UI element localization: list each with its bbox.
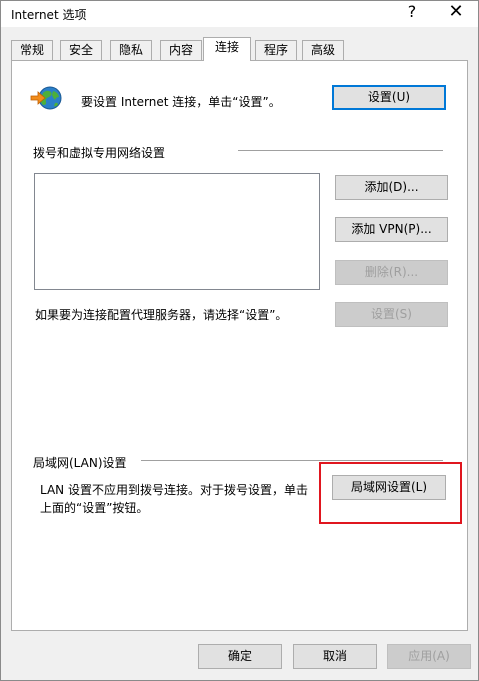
lan-instruction-line1: LAN 设置不应用到拨号连接。对于拨号设置，单击 [40,483,308,497]
add-connection-button[interactable]: 添加(D)... [335,175,448,200]
lan-settings-highlight [319,462,462,524]
apply-button[interactable]: 应用(A) [387,644,471,669]
help-button[interactable]: ? [403,2,421,21]
close-button[interactable]: ✕ [445,1,467,22]
dialup-section-heading: 拨号和虚拟专用网络设置 [33,146,166,160]
lan-divider [141,460,443,461]
connection-settings-button[interactable]: 设置(S) [335,302,448,327]
cancel-button[interactable]: 取消 [293,644,377,669]
remove-connection-button[interactable]: 删除(R)... [335,260,448,285]
tab-general[interactable]: 常规 [11,40,53,60]
proxy-instruction: 如果要为连接配置代理服务器，请选择“设置”。 [35,308,288,322]
internet-options-dialog: Internet 选项 ? ✕ 常规 安全 隐私 内容 连接 程序 高级 要设置… [0,0,479,681]
window-title: Internet 选项 [11,8,87,22]
ok-button[interactable]: 确定 [198,644,282,669]
setup-button[interactable]: 设置(U) [332,85,446,110]
tab-content[interactable]: 内容 [160,40,202,60]
internet-globe-icon [30,86,62,110]
setup-instruction: 要设置 Internet 连接，单击“设置”。 [81,95,281,109]
dialup-divider [238,150,443,151]
tab-programs[interactable]: 程序 [255,40,297,60]
connection-list[interactable] [34,173,320,290]
add-vpn-button[interactable]: 添加 VPN(P)... [335,217,448,242]
lan-instruction-line2: 上面的“设置”按钮。 [40,501,149,515]
title-bar[interactable]: Internet 选项 ? ✕ [1,1,478,27]
tab-security[interactable]: 安全 [60,40,102,60]
tab-privacy[interactable]: 隐私 [110,40,152,60]
lan-section-heading: 局域网(LAN)设置 [33,456,127,470]
tab-connections[interactable]: 连接 [203,37,251,61]
tab-advanced[interactable]: 高级 [302,40,344,60]
